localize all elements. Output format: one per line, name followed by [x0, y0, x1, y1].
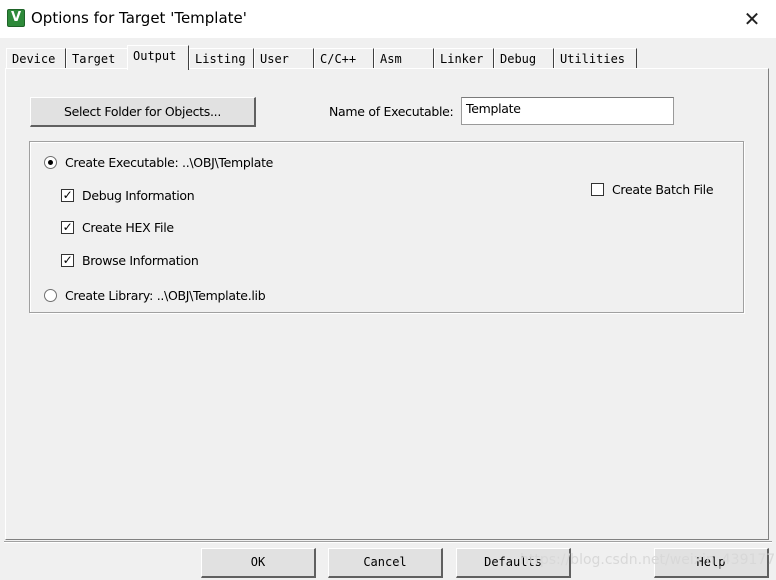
tab-asm[interactable]: Asm — [374, 48, 434, 69]
ok-button[interactable]: OK — [201, 548, 316, 578]
help-button[interactable]: Help — [654, 548, 769, 578]
browse-info-label: Browse Information — [82, 253, 199, 268]
checkmark-icon: ✓ — [62, 220, 73, 234]
exe-name-label: Name of Executable: — [329, 104, 454, 119]
create-hex-option[interactable]: ✓ Create HEX File — [61, 220, 174, 235]
window-title: Options for Target 'Template' — [31, 9, 247, 27]
close-icon[interactable]: ✕ — [736, 4, 768, 34]
tab-utilities[interactable]: Utilities — [554, 48, 637, 69]
browse-info-option[interactable]: ✓ Browse Information — [61, 253, 199, 268]
create-batch-checkbox[interactable] — [591, 183, 604, 196]
create-executable-option[interactable]: Create Executable: ..\OBJ\Template — [44, 155, 273, 170]
browse-info-checkbox[interactable]: ✓ — [61, 254, 74, 267]
tab-debug[interactable]: Debug — [494, 48, 554, 69]
create-hex-checkbox[interactable]: ✓ — [61, 221, 74, 234]
create-hex-label: Create HEX File — [82, 220, 174, 235]
tab-output[interactable]: Output — [127, 45, 189, 70]
create-batch-label: Create Batch File — [612, 182, 714, 197]
debug-info-option[interactable]: ✓ Debug Information — [61, 188, 195, 203]
tab-listing[interactable]: Listing — [189, 48, 254, 69]
create-library-label: Create Library: ..\OBJ\Template.lib — [65, 288, 266, 303]
defaults-button[interactable]: Defaults — [456, 548, 571, 578]
select-folder-button[interactable]: Select Folder for Objects... — [30, 97, 256, 127]
checkmark-icon: ✓ — [62, 188, 73, 202]
tab-strip: Device Target Output Listing User C/C++ … — [6, 45, 766, 70]
create-batch-option[interactable]: Create Batch File — [591, 182, 714, 197]
exe-name-input[interactable]: Template — [461, 97, 674, 125]
cancel-button[interactable]: Cancel — [328, 548, 443, 578]
create-library-radio[interactable] — [44, 289, 57, 302]
tab-target[interactable]: Target — [66, 48, 128, 69]
tab-user[interactable]: User — [254, 48, 314, 69]
keil-app-icon: V — [7, 9, 25, 27]
create-library-option[interactable]: Create Library: ..\OBJ\Template.lib — [44, 288, 266, 303]
debug-info-label: Debug Information — [82, 188, 195, 203]
title-bar: V Options for Target 'Template' ✕ — [0, 0, 776, 38]
create-executable-radio[interactable] — [44, 156, 57, 169]
tab-device[interactable]: Device — [6, 48, 66, 69]
debug-info-checkbox[interactable]: ✓ — [61, 189, 74, 202]
create-executable-label: Create Executable: ..\OBJ\Template — [65, 155, 274, 170]
checkmark-icon: ✓ — [62, 253, 73, 267]
tab-c-cpp[interactable]: C/C++ — [314, 48, 374, 69]
tab-linker[interactable]: Linker — [434, 48, 494, 69]
button-separator — [4, 541, 772, 543]
